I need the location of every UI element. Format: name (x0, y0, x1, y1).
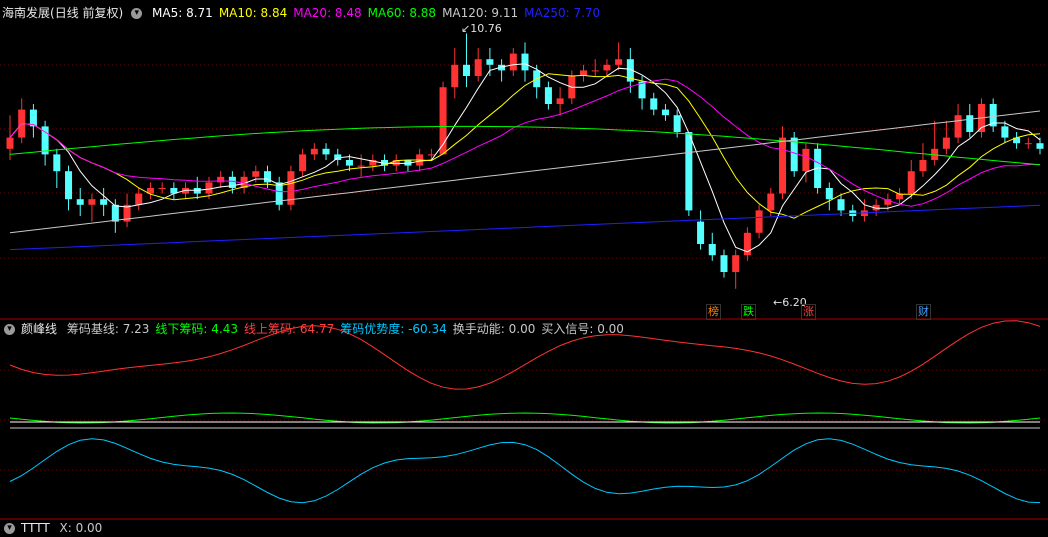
ma-legend: MA5: 8.71 MA10: 8.84 MA20: 8.48 MA60: 8.88 M… (152, 6, 606, 20)
candle-up (6, 137, 14, 149)
ma-legend-item: MA60: 8.88 (367, 6, 437, 20)
ma-legend-item: MA120: 9.11 (442, 6, 519, 20)
bottom-indicator-name[interactable]: TTTT (21, 521, 50, 535)
candle-up (88, 199, 96, 205)
candle-down (53, 154, 61, 172)
candle-up (603, 64, 611, 71)
event-badge[interactable]: 涨 (801, 304, 816, 320)
candle-up (732, 255, 740, 272)
high-price-value: 10.76 (470, 22, 502, 35)
indicator-legend-item: 买入信号: 0.00 (541, 322, 624, 336)
candle-up (778, 137, 787, 194)
chart-canvas[interactable] (0, 0, 1048, 531)
candle-down (322, 148, 330, 155)
candle-up (299, 154, 307, 172)
candle-down (193, 188, 201, 194)
main-chart-header: 海南发展(日线 前复权) ▾ MA5: 8.71 MA10: 8.84 MA20: 8… (2, 4, 612, 22)
candle-up (954, 115, 962, 138)
ma250-line (9, 204, 1041, 251)
candle-up (767, 193, 775, 211)
candle-up (451, 64, 459, 88)
candle-up (509, 53, 517, 71)
candle-down (521, 53, 529, 71)
candle-up (135, 193, 143, 205)
candle-up (158, 188, 166, 189)
candle-down (111, 204, 119, 222)
period-label: (日线 前复权) (50, 6, 124, 20)
indicator-dropdown-icon[interactable]: ▾ (4, 324, 15, 335)
indicator-legend: 筹码基线: 7.23 线下筹码: 4.43 线上筹码: 64.77 筹码优势度: -6… (67, 322, 630, 336)
candle-down (650, 98, 658, 110)
indicator-legend-item: 筹码基线: 7.23 (66, 322, 150, 336)
ma-legend-item: MA10: 8.84 (218, 6, 288, 20)
bottom-indicator-header: ▾ TTTT X: 0.00 (2, 519, 108, 537)
stock-name[interactable]: 海南发展 (2, 6, 50, 20)
ma60-line (9, 125, 1041, 166)
bottom-indicator-value: X: 0.00 (59, 521, 103, 535)
event-badge[interactable]: 榜 (706, 304, 721, 320)
candle-up (474, 59, 482, 76)
candle-down (708, 244, 716, 256)
candle-down (65, 171, 73, 200)
candle-up (217, 176, 225, 183)
candle-down (1001, 126, 1009, 138)
candle-down (661, 109, 669, 116)
candle-up (556, 98, 564, 104)
candle-up (205, 182, 213, 194)
indicator-legend-item: 换手动能: 0.00 (452, 322, 536, 336)
candle-up (357, 165, 365, 167)
ma-legend-item: MA20: 8.48 (293, 6, 362, 20)
indicator-legend-item: 筹码优势度: -60.34 (340, 322, 447, 336)
indicator-legend-item: 线下筹码: 4.43 (155, 322, 238, 336)
indicator-legend-item: 线上筹码: 64.77 (244, 322, 335, 336)
candle-up (427, 154, 435, 156)
candle-down (673, 115, 681, 132)
candle-up (1024, 143, 1032, 145)
high-price-label: ↙10.76 (461, 22, 502, 35)
candle-up (802, 148, 810, 172)
candle-up (755, 210, 763, 233)
candle-down (966, 115, 974, 132)
event-badge[interactable]: 财 (916, 304, 931, 320)
indicator-name[interactable]: 颜峰线 (21, 322, 57, 336)
candle-up (615, 59, 623, 65)
ma-legend-item: MA250: 7.70 (524, 6, 601, 20)
candle-down (720, 255, 728, 272)
ma-legend-item: MA5: 8.71 (152, 6, 213, 20)
candle-down (1036, 143, 1044, 149)
ma10-line (9, 73, 1041, 219)
candle-up (919, 160, 927, 172)
candle-up (591, 70, 599, 72)
candle-down (345, 160, 353, 166)
candle-up (942, 137, 950, 149)
ma5-line (9, 63, 1041, 253)
candle-down (486, 59, 494, 65)
candle-down (790, 137, 798, 172)
candle-up (252, 171, 260, 177)
candle-down (462, 64, 470, 76)
candle-up (907, 171, 915, 194)
ma20-line (9, 78, 1040, 207)
candle-down (100, 199, 108, 205)
candle-down (825, 188, 833, 200)
indicator-header: ▾ 颜峰线 筹码基线: 7.23 线下筹码: 4.43 线上筹码: 64.77 筹码优势… (2, 320, 636, 338)
event-badge[interactable]: 跌 (741, 304, 756, 320)
settings-dropdown-icon[interactable]: ▾ (131, 8, 143, 19)
candle-down (837, 199, 845, 211)
advantage-line (9, 438, 1041, 504)
bottom-dropdown-icon[interactable]: ▾ (4, 523, 15, 534)
candle-down (697, 221, 705, 244)
candle-down (76, 199, 84, 205)
candle-down (544, 87, 552, 104)
candle-down (685, 132, 693, 211)
candle-up (310, 148, 318, 155)
